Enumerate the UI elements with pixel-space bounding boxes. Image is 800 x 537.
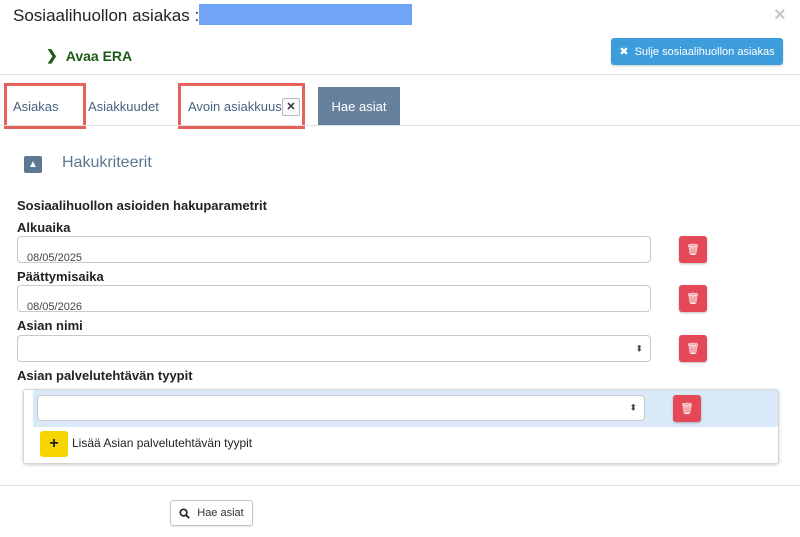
select-updown-icon: ⬍ (629, 402, 637, 413)
case-name-select[interactable]: ⬍ (17, 335, 651, 362)
open-era-label: Avaa ERA (65, 47, 133, 64)
tab-close-icon[interactable]: ✕ (282, 98, 300, 116)
search-cases-button[interactable]: Hae asiat (170, 500, 253, 526)
search-icon (179, 507, 190, 519)
service-type-select[interactable]: ⬍ (37, 395, 645, 421)
clear-end-date-button[interactable]: 🗑 (679, 285, 707, 312)
remove-service-type-button[interactable]: 🗑 (673, 395, 701, 422)
close-client-button[interactable]: ✖ Sulje sosiaalihuollon asiakas (611, 38, 783, 65)
tab-asiakkuudet[interactable]: Asiakkuudet (88, 99, 159, 114)
redacted-client-name (199, 4, 412, 25)
start-date-label: Alkuaika (17, 220, 71, 235)
plus-icon: + (49, 435, 59, 452)
trash-icon: 🗑 (686, 343, 700, 355)
divider (0, 125, 800, 126)
close-icon: ✖ (619, 46, 629, 58)
trash-icon: 🗑 (686, 244, 700, 256)
divider (0, 74, 800, 75)
start-date-value: 08/05/2025 (27, 252, 83, 263)
tab-avoin-asiakkuus[interactable]: Avoin asiakkuus (188, 99, 282, 114)
clear-case-name-button[interactable]: 🗑 (679, 335, 707, 362)
criteria-subtitle: Sosiaalihuollon asioiden hakuparametrit (17, 198, 267, 213)
close-client-label: Sulje sosiaalihuollon asiakas (634, 45, 775, 58)
section-title: Hakukriteerit (62, 154, 152, 171)
end-date-label: Päättymisaika (17, 269, 104, 284)
trash-icon: 🗑 (680, 403, 694, 415)
end-date-field[interactable]: 08/05/2026 (17, 285, 651, 312)
add-service-type-button[interactable]: + (40, 431, 68, 457)
search-button-label: Hae asiat (197, 507, 244, 519)
select-updown-icon: ⬍ (635, 343, 643, 353)
trash-icon: 🗑 (686, 293, 700, 305)
collapse-chevron-up-icon[interactable]: ▲ (24, 156, 42, 173)
end-date-value: 08/05/2026 (27, 301, 83, 312)
close-icon[interactable]: × (774, 4, 786, 27)
add-service-type-label: Lisää Asian palvelutehtävän tyypit (72, 436, 253, 450)
tab-hae-asiat[interactable]: Hae asiat (318, 87, 400, 125)
start-date-field[interactable]: 08/05/2025 (17, 236, 651, 263)
open-era-link[interactable]: ❯ Avaa ERA (46, 47, 132, 64)
case-name-label: Asian nimi (17, 318, 83, 333)
service-types-label: Asian palvelutehtävän tyypit (17, 368, 193, 383)
divider (0, 485, 800, 486)
dialog-title: Sosiaalihuollon asiakas : (13, 6, 200, 25)
clear-start-date-button[interactable]: 🗑 (679, 236, 707, 263)
tab-asiakas[interactable]: Asiakas (13, 99, 59, 114)
chevron-right-icon: ❯ (46, 47, 58, 63)
